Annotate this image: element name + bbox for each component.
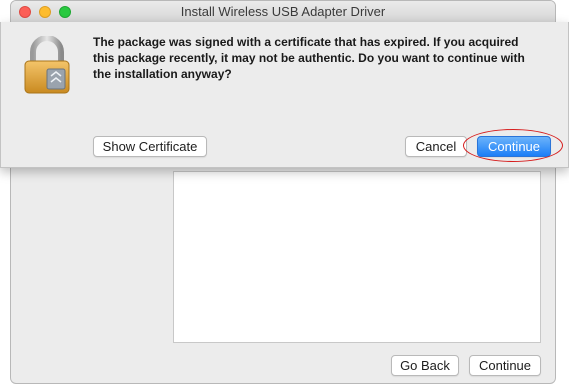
- title-bar: Install Wireless USB Adapter Driver: [11, 1, 555, 24]
- go-back-button[interactable]: Go Back: [391, 355, 459, 376]
- installer-content-pane: [173, 171, 541, 343]
- show-certificate-button[interactable]: Show Certificate: [93, 136, 207, 157]
- window-title: Install Wireless USB Adapter Driver: [180, 4, 386, 19]
- alert-message: The package was signed with a certificat…: [93, 35, 525, 81]
- lock-icon: [21, 35, 73, 96]
- cancel-button[interactable]: Cancel: [405, 136, 467, 157]
- continue-button[interactable]: Continue: [469, 355, 541, 376]
- alert-continue-button[interactable]: Continue: [477, 136, 551, 157]
- certificate-alert-sheet: The package was signed with a certificat…: [0, 22, 569, 168]
